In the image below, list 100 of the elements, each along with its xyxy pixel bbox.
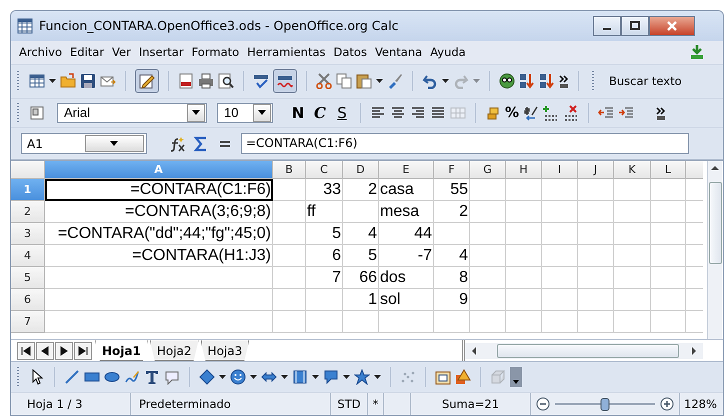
sheet-cell[interactable] bbox=[506, 267, 542, 290]
line-icon[interactable] bbox=[64, 369, 80, 386]
chevron-icon[interactable] bbox=[559, 73, 569, 90]
sheet-cell[interactable]: 66 bbox=[343, 267, 379, 290]
sheet-cell[interactable] bbox=[578, 179, 614, 202]
sheet-cell[interactable] bbox=[651, 311, 686, 334]
star-icon[interactable] bbox=[354, 369, 370, 386]
sheet-cell[interactable] bbox=[506, 289, 542, 312]
sheet-cell[interactable] bbox=[614, 179, 651, 202]
caret-icon[interactable] bbox=[376, 79, 383, 84]
save-icon[interactable] bbox=[80, 73, 96, 90]
sheet-cell[interactable]: dos bbox=[379, 267, 434, 290]
minimize-button[interactable] bbox=[593, 16, 621, 36]
sheet-cell[interactable] bbox=[434, 223, 470, 246]
sheet-cell[interactable] bbox=[542, 223, 578, 246]
styles-icon[interactable] bbox=[29, 104, 45, 121]
previous-sheet-button[interactable] bbox=[36, 342, 54, 360]
sheet-cell[interactable] bbox=[578, 289, 614, 312]
last-sheet-button[interactable] bbox=[74, 342, 92, 360]
column-header[interactable] bbox=[686, 161, 703, 180]
sheet-cell[interactable] bbox=[506, 201, 542, 224]
row-header[interactable]: 5 bbox=[11, 267, 45, 290]
sheet-cell[interactable] bbox=[578, 201, 614, 224]
sheet-cell[interactable]: 1 bbox=[343, 289, 379, 312]
sheet-cell[interactable] bbox=[542, 267, 578, 290]
sheet-cell[interactable] bbox=[470, 201, 506, 224]
new-spreadsheet-icon[interactable] bbox=[29, 73, 45, 90]
sheet-cell[interactable] bbox=[506, 245, 542, 268]
maximize-button[interactable] bbox=[621, 16, 649, 36]
caret-icon[interactable] bbox=[219, 375, 226, 380]
scissors-icon[interactable] bbox=[316, 73, 332, 90]
search-field[interactable]: Buscar texto bbox=[606, 72, 685, 90]
sheet-cell[interactable]: 8 bbox=[434, 267, 470, 290]
sheet-cell[interactable]: 4 bbox=[343, 223, 379, 246]
sheet-cell[interactable] bbox=[343, 311, 379, 334]
zoom-out-icon[interactable] bbox=[535, 396, 551, 412]
sheet-cell[interactable]: 5 bbox=[343, 245, 379, 268]
diamond-icon[interactable] bbox=[199, 369, 215, 386]
menu-item[interactable]: Editar bbox=[66, 43, 108, 62]
sheet-cell[interactable]: 5 bbox=[306, 223, 343, 246]
sheet-cell[interactable]: 2 bbox=[434, 201, 470, 224]
sheet-cell[interactable] bbox=[614, 267, 651, 290]
speech-bubble-icon[interactable] bbox=[323, 369, 339, 386]
sheet-cell[interactable] bbox=[306, 311, 343, 334]
caret-icon[interactable] bbox=[374, 375, 381, 380]
printer-icon[interactable] bbox=[198, 73, 214, 90]
sheet-cell[interactable] bbox=[651, 179, 686, 202]
caret-icon[interactable] bbox=[281, 375, 288, 380]
sheet-cell[interactable]: 55 bbox=[434, 179, 470, 202]
text-tool-icon[interactable] bbox=[144, 369, 160, 386]
caret-icon[interactable] bbox=[250, 375, 257, 380]
sheet-cell[interactable]: 7 bbox=[306, 267, 343, 290]
sheet-cell[interactable] bbox=[470, 245, 506, 268]
horizontal-scrollbar[interactable] bbox=[465, 342, 703, 359]
chevron-icon[interactable] bbox=[656, 104, 666, 121]
font-name-field[interactable]: Arial bbox=[57, 102, 207, 123]
formula-input[interactable]: =CONTARA(C1:F6) bbox=[241, 133, 689, 154]
bold-button[interactable]: N bbox=[289, 104, 307, 122]
sheet-cell[interactable]: sol bbox=[379, 289, 434, 312]
sheet-cell[interactable] bbox=[379, 311, 434, 334]
sheet-cell[interactable]: =CONTARA(C1:F6) bbox=[45, 179, 273, 202]
sheet-cell[interactable] bbox=[578, 223, 614, 246]
sheet-cell[interactable] bbox=[273, 179, 306, 202]
column-header[interactable]: I bbox=[542, 161, 578, 180]
caret-icon[interactable] bbox=[442, 79, 449, 84]
sort-ascending-icon[interactable] bbox=[519, 73, 535, 90]
sheet-cell[interactable] bbox=[273, 201, 306, 224]
sheet-cell[interactable] bbox=[614, 245, 651, 268]
sheet-cell[interactable]: =CONTARA("dd";44;"fg";45;0) bbox=[45, 223, 273, 246]
sheet-cell[interactable]: 9 bbox=[434, 289, 470, 312]
sheet-cell[interactable] bbox=[45, 289, 273, 312]
sheet-cell[interactable] bbox=[470, 267, 506, 290]
sheet-cell[interactable] bbox=[614, 311, 651, 334]
sum-icon[interactable] bbox=[193, 136, 209, 152]
sheet-cell[interactable] bbox=[45, 311, 273, 334]
underline-button[interactable]: S bbox=[333, 104, 351, 122]
sheet-cell[interactable]: 33 bbox=[306, 179, 343, 202]
sheet-cell[interactable] bbox=[578, 245, 614, 268]
sheet-cell[interactable] bbox=[273, 267, 306, 290]
shapes-icon[interactable] bbox=[455, 369, 471, 386]
menu-item[interactable]: Datos bbox=[330, 43, 371, 62]
edit-mode-button[interactable] bbox=[135, 69, 159, 94]
sheet-cell[interactable] bbox=[343, 201, 379, 224]
column-header[interactable]: D bbox=[343, 161, 379, 180]
sheet-cell[interactable] bbox=[470, 223, 506, 246]
menu-item[interactable]: Ver bbox=[108, 43, 135, 62]
sheet-cell[interactable] bbox=[470, 179, 506, 202]
column-header[interactable]: G bbox=[470, 161, 506, 180]
caret-icon[interactable] bbox=[343, 375, 350, 380]
zoom-percentage[interactable]: 128% bbox=[680, 393, 721, 415]
sheet-cell[interactable] bbox=[614, 289, 651, 312]
sheet-cell[interactable]: =CONTARA(H1:J3) bbox=[45, 245, 273, 268]
italic-button[interactable]: C bbox=[311, 104, 329, 122]
spellcheck-icon[interactable] bbox=[253, 73, 269, 90]
next-sheet-button[interactable] bbox=[55, 342, 73, 360]
column-header[interactable]: K bbox=[614, 161, 651, 180]
sheet-cell[interactable] bbox=[651, 201, 686, 224]
sheet-cell[interactable] bbox=[470, 311, 506, 334]
sheet-cell[interactable] bbox=[434, 311, 470, 334]
sheet-tab[interactable]: Hoja3 bbox=[200, 340, 250, 362]
